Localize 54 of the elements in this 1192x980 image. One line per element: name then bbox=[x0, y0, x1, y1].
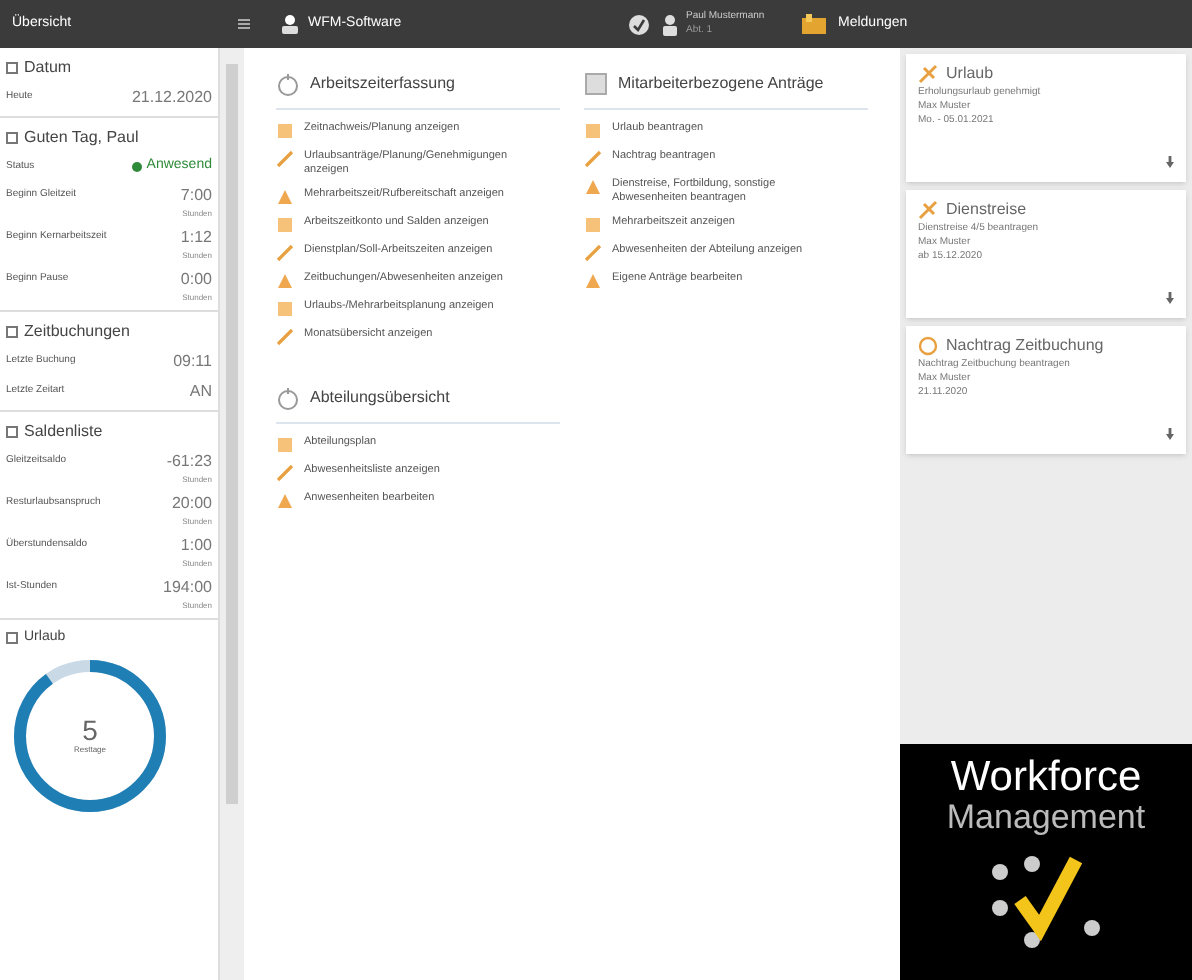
calendar-icon bbox=[276, 300, 294, 318]
field-value: 1:00 bbox=[180, 533, 212, 557]
calendar-icon bbox=[276, 436, 294, 454]
triangle-icon bbox=[584, 178, 602, 196]
calendar-icon bbox=[584, 216, 602, 234]
user-icon bbox=[662, 13, 678, 35]
pencil-icon bbox=[584, 150, 602, 168]
check-circle-icon bbox=[628, 13, 650, 35]
square-icon bbox=[6, 631, 18, 644]
pencil-icon bbox=[276, 464, 294, 482]
section-title: Guten Tag, Paul bbox=[24, 126, 139, 150]
field-value: 7:00 bbox=[180, 183, 212, 207]
section-title: Saldenliste bbox=[24, 419, 103, 443]
triangle-icon bbox=[584, 272, 602, 290]
menu-icon bbox=[236, 16, 252, 32]
field-value: 1:12 bbox=[180, 225, 212, 249]
field-value: 194:00 bbox=[163, 575, 212, 599]
square-icon bbox=[6, 62, 18, 74]
section-title: Zeitbuchungen bbox=[24, 319, 130, 343]
download-icon[interactable] bbox=[1164, 292, 1176, 306]
triangle-icon bbox=[276, 492, 294, 510]
triangle-icon bbox=[276, 188, 294, 206]
calendar-icon bbox=[276, 216, 294, 234]
message-title: Urlaub bbox=[946, 62, 994, 86]
square-icon bbox=[6, 425, 18, 437]
folder-icon bbox=[802, 14, 826, 34]
pencil-icon bbox=[276, 150, 294, 168]
document-icon bbox=[584, 72, 608, 96]
group-title: Arbeitszeiterfassung bbox=[310, 72, 455, 96]
field-value: 20:00 bbox=[171, 491, 212, 515]
scrollbar-thumb[interactable] bbox=[226, 64, 238, 804]
field-value: 21.12.2020 bbox=[131, 86, 212, 110]
group-title: Abteilungsübersicht bbox=[310, 386, 450, 410]
calendar-icon bbox=[584, 122, 602, 140]
field-value: 0:00 bbox=[180, 267, 212, 291]
calendar-icon bbox=[276, 122, 294, 140]
download-icon[interactable] bbox=[1164, 428, 1176, 442]
field-value: -61:23 bbox=[166, 449, 212, 473]
donut-value: 5 bbox=[82, 716, 98, 744]
pencil-icon bbox=[276, 328, 294, 346]
square-icon bbox=[6, 132, 18, 144]
pencil-icon bbox=[276, 244, 294, 262]
pencil-icon bbox=[584, 244, 602, 262]
section-title: Datum bbox=[24, 56, 72, 80]
group-title: Mitarbeiterbezogene Anträge bbox=[618, 72, 824, 96]
message-title: Nachtrag Zeitbuchung bbox=[946, 334, 1104, 358]
field-value: AN bbox=[189, 379, 212, 403]
square-icon bbox=[6, 325, 18, 337]
download-icon[interactable] bbox=[1164, 156, 1176, 170]
logo-text: Management bbox=[946, 800, 1146, 836]
triangle-icon bbox=[276, 272, 294, 290]
logo-text: Workforce bbox=[950, 756, 1142, 800]
field-value: 09:11 bbox=[173, 349, 212, 373]
message-title: Dienstreise bbox=[946, 198, 1027, 222]
